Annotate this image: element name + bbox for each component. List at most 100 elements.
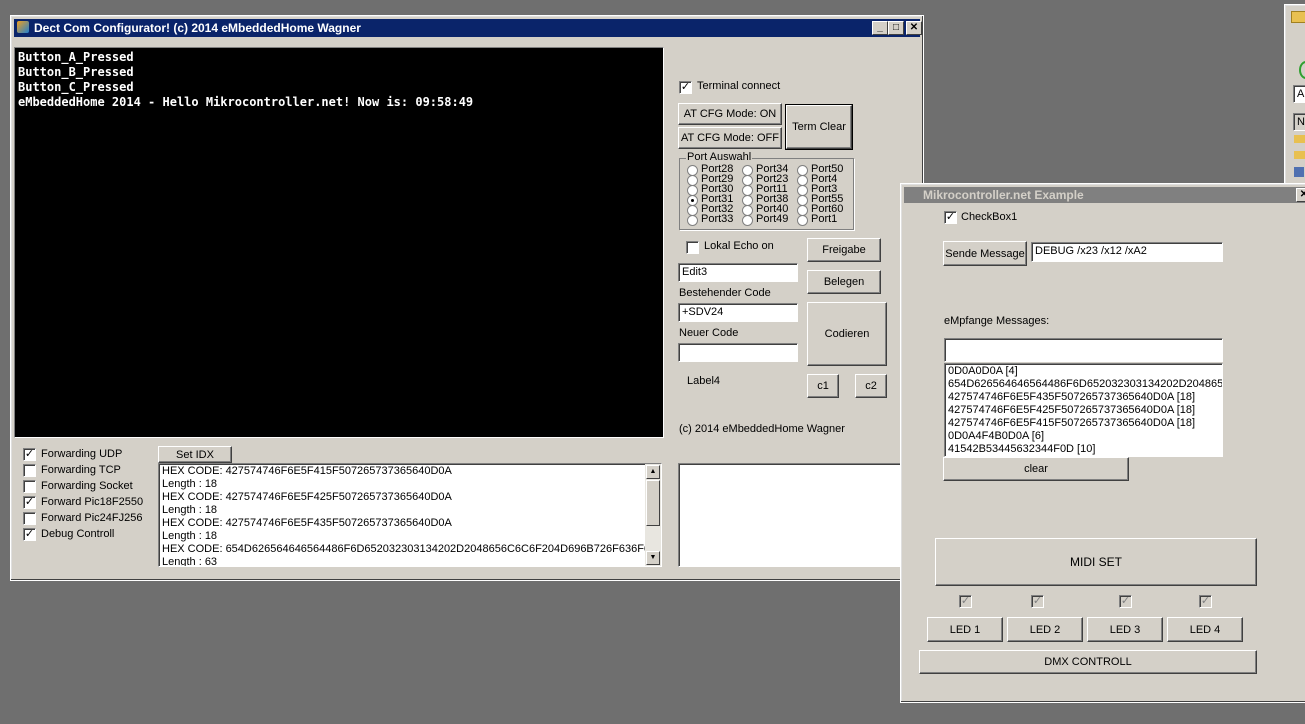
message-item[interactable]: 0D0A4F4B0D0A [6] xyxy=(948,430,1219,443)
led4-checkbox[interactable]: ✓ xyxy=(1199,595,1212,608)
dmx-controll-button[interactable]: DMX CONTROLL xyxy=(919,650,1257,674)
forwarding-checkbox[interactable] xyxy=(23,480,36,493)
forwarding-options: ✓ Forwarding UDP Forwarding TCP Forwarding … xyxy=(23,448,163,548)
edit3-field[interactable]: Edit3 xyxy=(678,263,798,282)
forwarding-label: Forwarding TCP xyxy=(41,464,121,476)
green-status-icon xyxy=(1299,61,1305,79)
led2-checkbox[interactable]: ✓ xyxy=(1031,595,1044,608)
clear-button[interactable]: clear xyxy=(943,457,1129,481)
window-title: Dect Com Configurator! (c) 2014 eMbedded… xyxy=(34,21,361,35)
hex-log-list[interactable]: HEX CODE: 427574746F6E5F415F507265737365… xyxy=(158,463,662,567)
example-title-bar[interactable]: Mikrocontroller.net Example ✕ xyxy=(904,187,1305,203)
led3-button[interactable]: LED 3 xyxy=(1087,617,1163,642)
vertical-scrollbar[interactable]: ▲ ▼ xyxy=(645,464,661,566)
maximize-button[interactable]: □ xyxy=(888,21,904,35)
folder-icon xyxy=(1294,151,1305,159)
scroll-up-arrow-icon[interactable]: ▲ xyxy=(646,465,660,479)
belegen-button[interactable]: Belegen xyxy=(807,270,881,294)
c2-button[interactable]: c2 xyxy=(855,374,887,398)
forwarding-label: Debug Controll xyxy=(41,528,115,540)
terminal-line: Button_C_Pressed xyxy=(18,80,134,94)
app-icon xyxy=(17,21,29,33)
led3-checkbox[interactable]: ✓ xyxy=(1119,595,1132,608)
midi-set-button[interactable]: MIDI SET xyxy=(935,538,1257,586)
message-item[interactable]: 654D626564646564486F6D652032303134202D20… xyxy=(948,378,1222,391)
bestehender-code-field[interactable]: +SDV24 xyxy=(678,303,798,322)
codieren-button[interactable]: Codieren xyxy=(807,302,887,366)
terminal-connect-label: Terminal connect xyxy=(697,80,781,92)
memo-box[interactable] xyxy=(678,463,911,567)
lokal-echo-checkbox[interactable] xyxy=(686,241,699,254)
set-idx-button[interactable]: Set IDX xyxy=(158,446,232,463)
scroll-down-arrow-icon[interactable]: ▼ xyxy=(646,551,660,565)
at-cfg-on-button[interactable]: AT CFG Mode: ON xyxy=(678,103,782,125)
lokal-echo-label: Lokal Echo on xyxy=(704,240,774,252)
terminal-line: Button_A_Pressed xyxy=(18,50,134,64)
example-window-title: Mikrocontroller.net Example xyxy=(923,188,1084,202)
at-cfg-off-button[interactable]: AT CFG Mode: OFF xyxy=(678,127,782,149)
port-radio[interactable] xyxy=(742,215,753,226)
file-icon xyxy=(1294,167,1304,177)
address-bar[interactable]: A xyxy=(1293,85,1305,103)
port-radio-label: Port1 xyxy=(811,213,838,225)
bestehender-code-label: Bestehender Code xyxy=(679,287,771,299)
scrollbar-thumb[interactable] xyxy=(646,480,660,526)
port-radio[interactable] xyxy=(687,215,698,226)
neuer-code-field[interactable] xyxy=(678,343,798,362)
forwarding-checkbox[interactable] xyxy=(23,464,36,477)
led1-checkbox[interactable]: ✓ xyxy=(959,595,972,608)
forwarding-label: Forwarding Socket xyxy=(41,480,133,492)
terminal-line: eMbeddedHome 2014 - Hello Mikrocontrolle… xyxy=(18,95,474,109)
log-line: Length : 18 xyxy=(162,478,218,490)
close-button[interactable]: ✕ xyxy=(906,21,922,35)
copyright-label: (c) 2014 eMbeddedHome Wagner xyxy=(679,423,845,435)
forwarding-checkbox[interactable]: ✓ xyxy=(23,448,36,461)
term-clear-button[interactable]: Term Clear xyxy=(785,104,853,150)
name-column-header[interactable]: Na xyxy=(1293,113,1305,131)
example-close-button[interactable]: ✕ xyxy=(1296,188,1305,202)
log-line: HEX CODE: 427574746F6E5F415F507265737365… xyxy=(162,465,452,477)
forwarding-checkbox[interactable]: ✓ xyxy=(23,528,36,541)
log-line: Length : 63 xyxy=(162,556,218,567)
checkbox1-label: CheckBox1 xyxy=(961,211,1018,223)
terminal-output[interactable]: Button_A_Pressed Button_B_Pressed Button… xyxy=(14,47,664,438)
forwarding-label: Forward Pic18F2550 xyxy=(41,496,144,508)
freigabe-button[interactable]: Freigabe xyxy=(807,238,881,262)
empfange-input[interactable] xyxy=(944,338,1223,362)
log-line: HEX CODE: 654D626564646564486F6D65203230… xyxy=(162,543,658,555)
forwarding-label: Forwarding UDP xyxy=(41,448,123,460)
message-item[interactable]: 427574746F6E5F415F507265737365640D0A [18… xyxy=(948,417,1219,430)
minimize-button[interactable]: _ xyxy=(872,21,888,35)
empfange-label: eMpfange Messages: xyxy=(944,315,1050,327)
log-line: HEX CODE: 427574746F6E5F435F507265737365… xyxy=(162,517,452,529)
neuer-code-label: Neuer Code xyxy=(679,327,739,339)
folder-icon xyxy=(1291,11,1305,23)
log-line: Length : 18 xyxy=(162,504,218,516)
message-item[interactable]: 41542B53445632344F0D [10] xyxy=(948,443,1219,456)
message-item[interactable]: 427574746F6E5F435F507265737365640D0A [18… xyxy=(948,391,1219,404)
port-radio-label: Port33 xyxy=(701,213,734,225)
label4: Label4 xyxy=(687,375,721,387)
led1-button[interactable]: LED 1 xyxy=(927,617,1003,642)
message-item[interactable]: 427574746F6E5F425F507265737365640D0A [18… xyxy=(948,404,1219,417)
c1-button[interactable]: c1 xyxy=(807,374,839,398)
led4-button[interactable]: LED 4 xyxy=(1167,617,1243,642)
folder-icon xyxy=(1294,135,1305,143)
sende-message-button[interactable]: Sende Message xyxy=(943,241,1027,266)
title-bar[interactable]: Dect Com Configurator! (c) 2014 eMbedded… xyxy=(14,19,922,37)
checkbox1[interactable]: ✓ xyxy=(944,211,957,224)
port-group-label: Port Auswahl xyxy=(686,151,753,163)
port-radio-grid: Port28 Port34 Port50 Port29 Port23 Port4 Port3… xyxy=(687,163,853,227)
messages-list[interactable]: 0D0A0D0A [4] 654D626564646564486F6D65203… xyxy=(944,363,1223,457)
message-item[interactable]: 0D0A0D0A [4] xyxy=(948,365,1219,378)
example-window: Mikrocontroller.net Example ✕ ✓ CheckBox… xyxy=(900,183,1305,703)
forwarding-checkbox[interactable]: ✓ xyxy=(23,496,36,509)
forwarding-checkbox[interactable] xyxy=(23,512,36,525)
log-line: Length : 18 xyxy=(162,530,218,542)
led2-button[interactable]: LED 2 xyxy=(1007,617,1083,642)
background-window: A Na xyxy=(1284,4,1305,186)
terminal-connect-checkbox[interactable]: ✓ xyxy=(679,81,692,94)
port-radio[interactable] xyxy=(797,215,808,226)
port-radio-label: Port49 xyxy=(756,213,789,225)
message-input[interactable]: DEBUG /x23 /x12 /xA2 xyxy=(1031,242,1223,262)
